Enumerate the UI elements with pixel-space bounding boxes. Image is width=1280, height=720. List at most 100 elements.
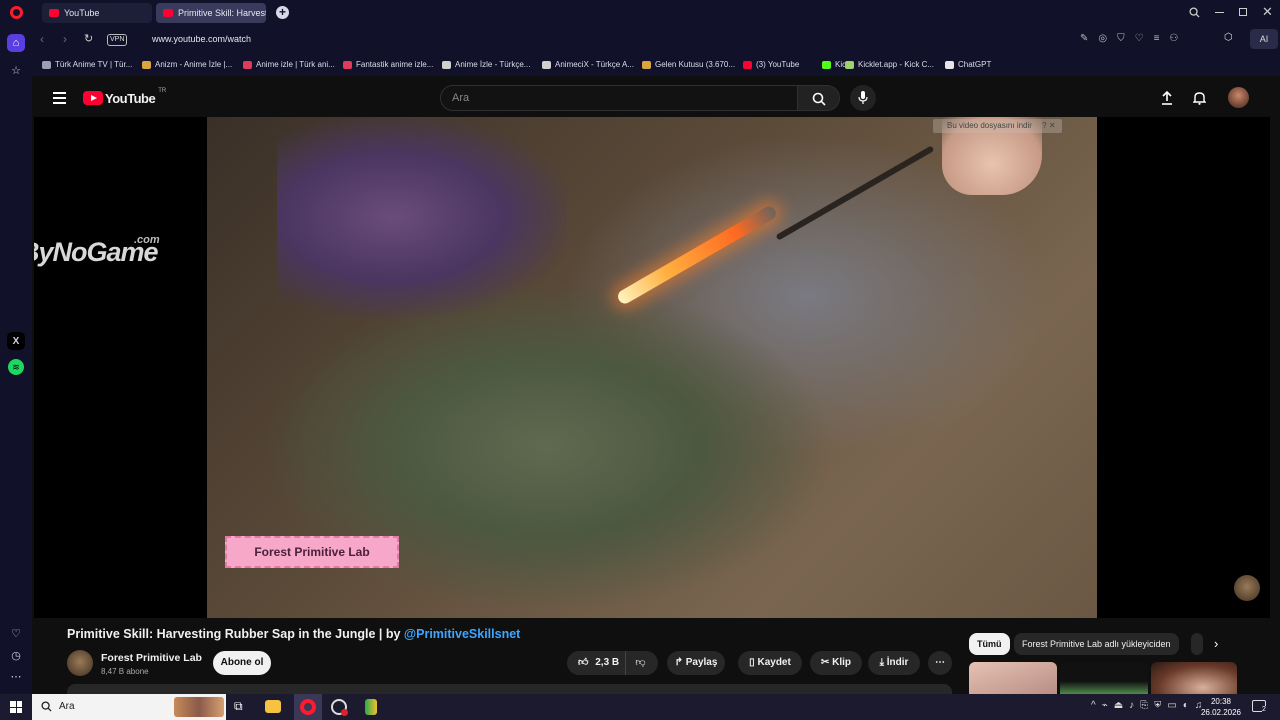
like-button[interactable]: 👍︎ 2,3 B bbox=[567, 651, 623, 675]
notification-count: 2 bbox=[1262, 706, 1266, 713]
minimize-button[interactable] bbox=[1215, 12, 1224, 13]
close-overlay-icon[interactable]: ? ✕ bbox=[1042, 121, 1055, 130]
channel-avatar[interactable] bbox=[67, 650, 93, 676]
tab-youtube[interactable]: YouTube bbox=[42, 3, 152, 23]
bookmark-item[interactable]: Fantastik anime izle... bbox=[343, 58, 433, 72]
back-icon[interactable]: ‹ bbox=[40, 32, 44, 46]
taskbar-search[interactable]: Ara bbox=[32, 694, 226, 720]
youtube-play-icon bbox=[83, 91, 103, 105]
bookmark-item[interactable]: Türk Anime TV | Tür... bbox=[42, 58, 132, 72]
star-icon[interactable]: ☆ bbox=[7, 61, 25, 79]
bookmark-item[interactable]: Kicklet.app - Kick C... bbox=[845, 58, 934, 72]
chips-next-chevron-icon[interactable]: › bbox=[1214, 636, 1218, 651]
vpn-badge[interactable]: VPN bbox=[107, 34, 128, 46]
channel-watermark-avatar[interactable] bbox=[1234, 575, 1260, 601]
description-box[interactable] bbox=[67, 684, 952, 694]
url-field[interactable]: www.youtube.com/watch bbox=[152, 34, 251, 44]
tab-title: YouTube bbox=[64, 8, 100, 18]
download-button[interactable]: ⤓ İndir bbox=[868, 651, 920, 675]
download-overlay[interactable]: Bu video dosyasını indir ? ✕ bbox=[933, 119, 1062, 133]
bookmark-favicon-icon bbox=[343, 61, 352, 69]
logo-text: YouTube bbox=[105, 90, 156, 106]
clip-button[interactable]: ✂ Klip bbox=[810, 651, 862, 675]
close-window-button[interactable]: ✕ bbox=[1262, 4, 1273, 20]
bookmark-label: Gelen Kutusu (3.670... bbox=[655, 60, 736, 69]
chip-all[interactable]: Tümü bbox=[969, 633, 1010, 655]
app-taskbar-icon-2[interactable] bbox=[365, 699, 377, 715]
notifications-bell-icon[interactable] bbox=[1193, 91, 1206, 105]
bookmark-favicon-icon bbox=[142, 61, 151, 69]
bookmark-item[interactable]: Anime izle | Türk ani... bbox=[243, 58, 335, 72]
windows-start-icon[interactable] bbox=[10, 701, 22, 713]
maximize-button[interactable] bbox=[1239, 8, 1247, 16]
bookmark-label: Anime İzle - Türkçe... bbox=[455, 60, 531, 69]
app-taskbar-icon[interactable] bbox=[331, 699, 348, 716]
bookmark-label: (3) YouTube bbox=[756, 60, 800, 69]
ai-button[interactable]: AI bbox=[1250, 29, 1278, 49]
subscribe-button[interactable]: Abone ol bbox=[213, 651, 271, 675]
thumbs-down-icon: 👎︎ bbox=[635, 657, 646, 668]
clock[interactable]: 20:38 26.02.2026 bbox=[1198, 696, 1244, 718]
subscriber-count: 8,47 B abone bbox=[101, 667, 149, 676]
youtube-logo[interactable]: YouTube TR bbox=[83, 88, 167, 106]
task-view-icon[interactable]: ⧉ bbox=[234, 699, 243, 714]
more-icon[interactable]: ⋯ bbox=[7, 667, 25, 685]
dislike-button[interactable]: 👎︎ bbox=[625, 651, 655, 675]
chip-partial[interactable] bbox=[1191, 633, 1203, 655]
overlay-text: Bu video dosyasını indir bbox=[947, 121, 1032, 130]
bookmark-label: Türk Anime TV | Tür... bbox=[55, 60, 133, 69]
new-tab-button[interactable]: + bbox=[276, 6, 289, 19]
bookmark-item[interactable]: Anizm - Anime İzle |... bbox=[142, 58, 232, 72]
reload-icon[interactable]: ↻ bbox=[84, 32, 93, 45]
bookmark-favicon-icon bbox=[845, 61, 854, 69]
microphone-icon bbox=[858, 91, 868, 104]
share-button[interactable]: ↱ Paylaş bbox=[667, 651, 725, 675]
bookmark-favicon-icon bbox=[42, 61, 51, 69]
save-button[interactable]: ▯ Kaydet bbox=[738, 651, 802, 675]
bookmarks-bar: Türk Anime TV | Tür... Anizm - Anime İzle… bbox=[32, 54, 1280, 76]
search-button[interactable] bbox=[798, 85, 840, 111]
youtube-page: YouTube TR Ara ByNoGame .com Bu video do… bbox=[34, 80, 1270, 694]
address-actions: ✎◎⛉♡≡⚇ bbox=[1080, 33, 1189, 44]
bookmark-item[interactable]: Gelen Kutusu (3.670... bbox=[642, 58, 735, 72]
voice-search-button[interactable] bbox=[850, 85, 876, 111]
bookmark-label: Kicklet.app - Kick C... bbox=[858, 60, 935, 69]
bookmark-label: Anime izle | Türk ani... bbox=[256, 60, 335, 69]
home-icon[interactable]: ⌂ bbox=[7, 34, 25, 52]
forward-icon[interactable]: › bbox=[63, 32, 67, 46]
search-input[interactable]: Ara bbox=[440, 85, 798, 111]
youtube-favicon-icon bbox=[163, 9, 173, 17]
title-link[interactable]: @PrimitiveSkillsnet bbox=[404, 627, 520, 641]
extensions-icon[interactable]: ⬡ bbox=[1224, 32, 1233, 43]
opera-taskbar-icon[interactable] bbox=[294, 694, 322, 720]
account-avatar[interactable] bbox=[1228, 87, 1249, 108]
notifications-icon[interactable]: 2 bbox=[1252, 700, 1266, 713]
file-explorer-icon[interactable] bbox=[265, 700, 281, 713]
spotify-icon[interactable]: ≋ bbox=[8, 359, 24, 375]
heart-icon[interactable]: ♡ bbox=[7, 624, 25, 642]
video-frame[interactable]: Bu video dosyasını indir ? ✕ Forest Prim… bbox=[207, 117, 1097, 618]
related-thumbnail[interactable] bbox=[1151, 662, 1237, 694]
region-code: TR bbox=[158, 88, 167, 94]
bookmark-item[interactable]: (3) YouTube bbox=[743, 58, 799, 72]
related-thumbnail[interactable] bbox=[1060, 662, 1148, 694]
share-icon: ↱ bbox=[674, 657, 683, 668]
channel-name[interactable]: Forest Primitive Lab bbox=[101, 652, 202, 664]
opera-logo-icon[interactable] bbox=[10, 6, 23, 19]
menu-icon[interactable] bbox=[53, 92, 66, 104]
related-thumbnail[interactable] bbox=[969, 662, 1057, 694]
bookmark-item[interactable]: AnimeciX - Türkçe A... bbox=[542, 58, 634, 72]
taskbar-search-label: Ara bbox=[59, 701, 75, 712]
chip-from-uploader[interactable]: Forest Primitive Lab adlı yükleyiciden bbox=[1014, 633, 1179, 655]
history-icon[interactable]: ◷ bbox=[7, 646, 25, 664]
bookmark-label: ChatGPT bbox=[958, 60, 992, 69]
x-twitter-icon[interactable]: X bbox=[7, 332, 25, 350]
bookmark-item[interactable]: Anime İzle - Türkçe... bbox=[442, 58, 530, 72]
search-tabs-icon[interactable] bbox=[1189, 7, 1200, 18]
bookmark-label: AnimeciX - Türkçe A... bbox=[555, 60, 634, 69]
video-player[interactable]: ByNoGame .com Bu video dosyasını indir ?… bbox=[34, 117, 1270, 618]
bookmark-item[interactable]: ChatGPT bbox=[945, 58, 991, 72]
tab-primitive-skill[interactable]: Primitive Skill: Harvest bbox=[156, 3, 266, 23]
upload-icon[interactable] bbox=[1161, 91, 1173, 105]
more-actions-button[interactable]: ⋯ bbox=[928, 651, 952, 675]
